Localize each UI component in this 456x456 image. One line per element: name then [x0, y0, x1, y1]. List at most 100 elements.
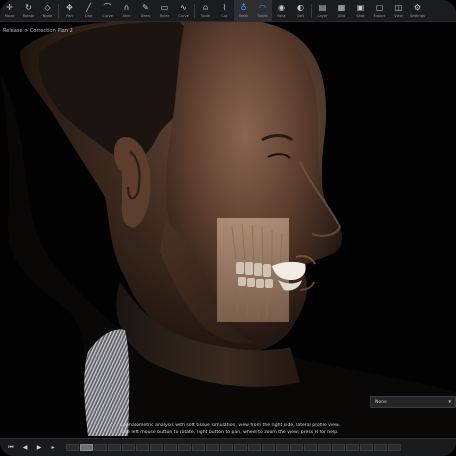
view-mode-dropdown[interactable]: None ▾ — [370, 396, 456, 408]
toolbar-button-label: Shot — [356, 14, 365, 18]
timeline-frame[interactable] — [388, 444, 401, 451]
settings-icon: ⚙ — [413, 3, 422, 12]
teeth-icon: ♁ — [240, 3, 247, 12]
curve2-icon: ∿ — [180, 3, 187, 12]
soft-tissue-icon: ◐ — [297, 3, 304, 12]
patient-face-render — [0, 22, 456, 436]
toolbar-button-smile[interactable]: ◠ Smile — [253, 0, 272, 22]
view-icon: ◫ — [394, 3, 403, 12]
toolbar-button-cut[interactable]: ⌇ Cut — [215, 0, 234, 22]
toolbar-separator — [194, 4, 195, 18]
step-back-icon: ◀ — [22, 444, 28, 451]
dropdown-value: None — [375, 399, 387, 405]
toolbar-button-label: View — [394, 14, 403, 18]
toolbar-button-export[interactable]: ▢ Export — [370, 0, 389, 22]
skip-back-icon: ⏮ — [8, 443, 14, 451]
toolbar-button-label: Export — [373, 14, 386, 18]
timeline-frame[interactable] — [248, 444, 261, 451]
toolbar-button-ruler[interactable]: ▭ Ruler — [155, 0, 174, 22]
app-window: ✛ Move ↻ Rotate ◇ Node ✥ Pan ╱ Line ⌒ Curve ∩ Arch ✎ Dr… — [0, 0, 456, 456]
timeline-frame[interactable] — [234, 444, 247, 451]
toolbar-separator — [311, 4, 312, 18]
timeline-frame[interactable] — [206, 444, 219, 451]
toolbar-button-label: Cut — [221, 14, 228, 18]
timeline-frame[interactable] — [360, 444, 373, 451]
toolbar-button-snapshot[interactable]: ▣ Shot — [351, 0, 370, 22]
timeline-frame[interactable] — [332, 444, 345, 451]
ruler-icon: ▭ — [160, 3, 169, 12]
toolbar-button-pan[interactable]: ✥ Pan — [60, 0, 79, 22]
timeline-frame[interactable] — [192, 444, 205, 451]
toolbar-separator — [58, 4, 59, 18]
timeline-frame[interactable] — [136, 444, 149, 451]
timeline-frame[interactable] — [80, 444, 93, 451]
toolbar-button-label: Layer — [317, 14, 328, 18]
timeline-frame[interactable] — [150, 444, 163, 451]
timeline-frame[interactable] — [276, 444, 289, 451]
layers-icon: ▤ — [318, 3, 327, 12]
toolbar-button-label: Arch — [122, 14, 131, 18]
line-icon: ╱ — [86, 3, 91, 12]
toolbar-button-label: Soft — [296, 14, 305, 18]
toolbar-button-grid[interactable]: ▦ Grid — [332, 0, 351, 22]
toolbar-button-node[interactable]: ◇ Node — [38, 0, 57, 22]
toolbar-button-label: Move — [4, 14, 15, 18]
playback-bar: ⏮ ◀ ▶ ▸ — [0, 438, 456, 456]
toolbar-button-teeth[interactable]: ♁ Teeth — [234, 0, 253, 22]
toolbar-button-face[interactable]: ◉ Face — [272, 0, 291, 22]
timeline-frame[interactable] — [346, 444, 359, 451]
curve-icon: ⌒ — [103, 3, 112, 12]
toolbar-button-label: Curve — [102, 14, 113, 18]
timeline-frame[interactable] — [164, 444, 177, 451]
toolbar-button-soft-tissue[interactable]: ◐ Soft — [291, 0, 310, 22]
toolbar-button-move[interactable]: ✛ Move — [0, 0, 19, 22]
step-back-button[interactable]: ◀ — [18, 442, 32, 454]
timeline-frame[interactable] — [122, 444, 135, 451]
toolbar-button-label: Face — [277, 14, 286, 18]
grid-icon: ▦ — [337, 3, 346, 12]
toolbar-button-draw[interactable]: ✎ Draw — [136, 0, 155, 22]
toolbar-button-line[interactable]: ╱ Line — [79, 0, 98, 22]
timeline-frame[interactable] — [304, 444, 317, 451]
toolbar-button-label: Curve — [178, 14, 189, 18]
toolbar-button-label: Pan — [66, 14, 73, 18]
toolbar-button-rotate[interactable]: ↻ Rotate — [19, 0, 38, 22]
toolbar-button-label: Ruler — [159, 14, 170, 18]
timeline-frame[interactable] — [108, 444, 121, 451]
toolbar-button-label: Line — [84, 14, 93, 18]
timeline-frame[interactable] — [94, 444, 107, 451]
toolbar-button-settings[interactable]: ⚙ Settings — [408, 0, 427, 22]
skip-back-button[interactable]: ⏮ — [4, 442, 18, 454]
toolbar-button-layers[interactable]: ▤ Layer — [313, 0, 332, 22]
toolbar-button-arch[interactable]: ∩ Arch — [117, 0, 136, 22]
timeline-frame[interactable] — [290, 444, 303, 451]
toolbar-button-curve[interactable]: ⌒ Curve — [98, 0, 117, 22]
timeline-frame[interactable] — [178, 444, 191, 451]
step-forward-button[interactable]: ▸ — [46, 442, 60, 454]
toolbar-button-tooth[interactable]: ⍝ Tooth — [196, 0, 215, 22]
timeline-frame[interactable] — [262, 444, 275, 451]
toolbar-button-view[interactable]: ◫ View — [389, 0, 408, 22]
toolbar-button-curve2[interactable]: ∿ Curve — [174, 0, 193, 22]
play-button[interactable]: ▶ — [32, 442, 46, 454]
toolbar-button-label: Smile — [257, 14, 268, 18]
tooth-icon: ⍝ — [203, 3, 208, 12]
toolbar-button-label: Settings — [410, 14, 425, 18]
toolbar-button-label: Rotate — [22, 14, 35, 18]
step-forward-icon: ▸ — [51, 444, 55, 451]
playback-controls: ⏮ ◀ ▶ ▸ — [4, 442, 60, 454]
arch-icon: ∩ — [123, 3, 130, 12]
play-icon: ▶ — [36, 444, 42, 451]
timeline-frame[interactable] — [66, 444, 79, 451]
face-icon: ◉ — [278, 3, 285, 12]
timeline-frame[interactable] — [318, 444, 331, 451]
toolbar-button-label: Grid — [337, 14, 346, 18]
timeline-frame[interactable] — [374, 444, 387, 451]
3d-viewport[interactable] — [0, 22, 456, 436]
timeline-frame[interactable] — [220, 444, 233, 451]
frame-timeline[interactable] — [66, 442, 402, 454]
move-icon: ✛ — [6, 3, 13, 12]
rotate-icon: ↻ — [25, 3, 32, 12]
instruction-caption-line-2: Use left mouse button to rotate, right b… — [121, 430, 339, 435]
chevron-down-icon: ▾ — [448, 399, 451, 405]
